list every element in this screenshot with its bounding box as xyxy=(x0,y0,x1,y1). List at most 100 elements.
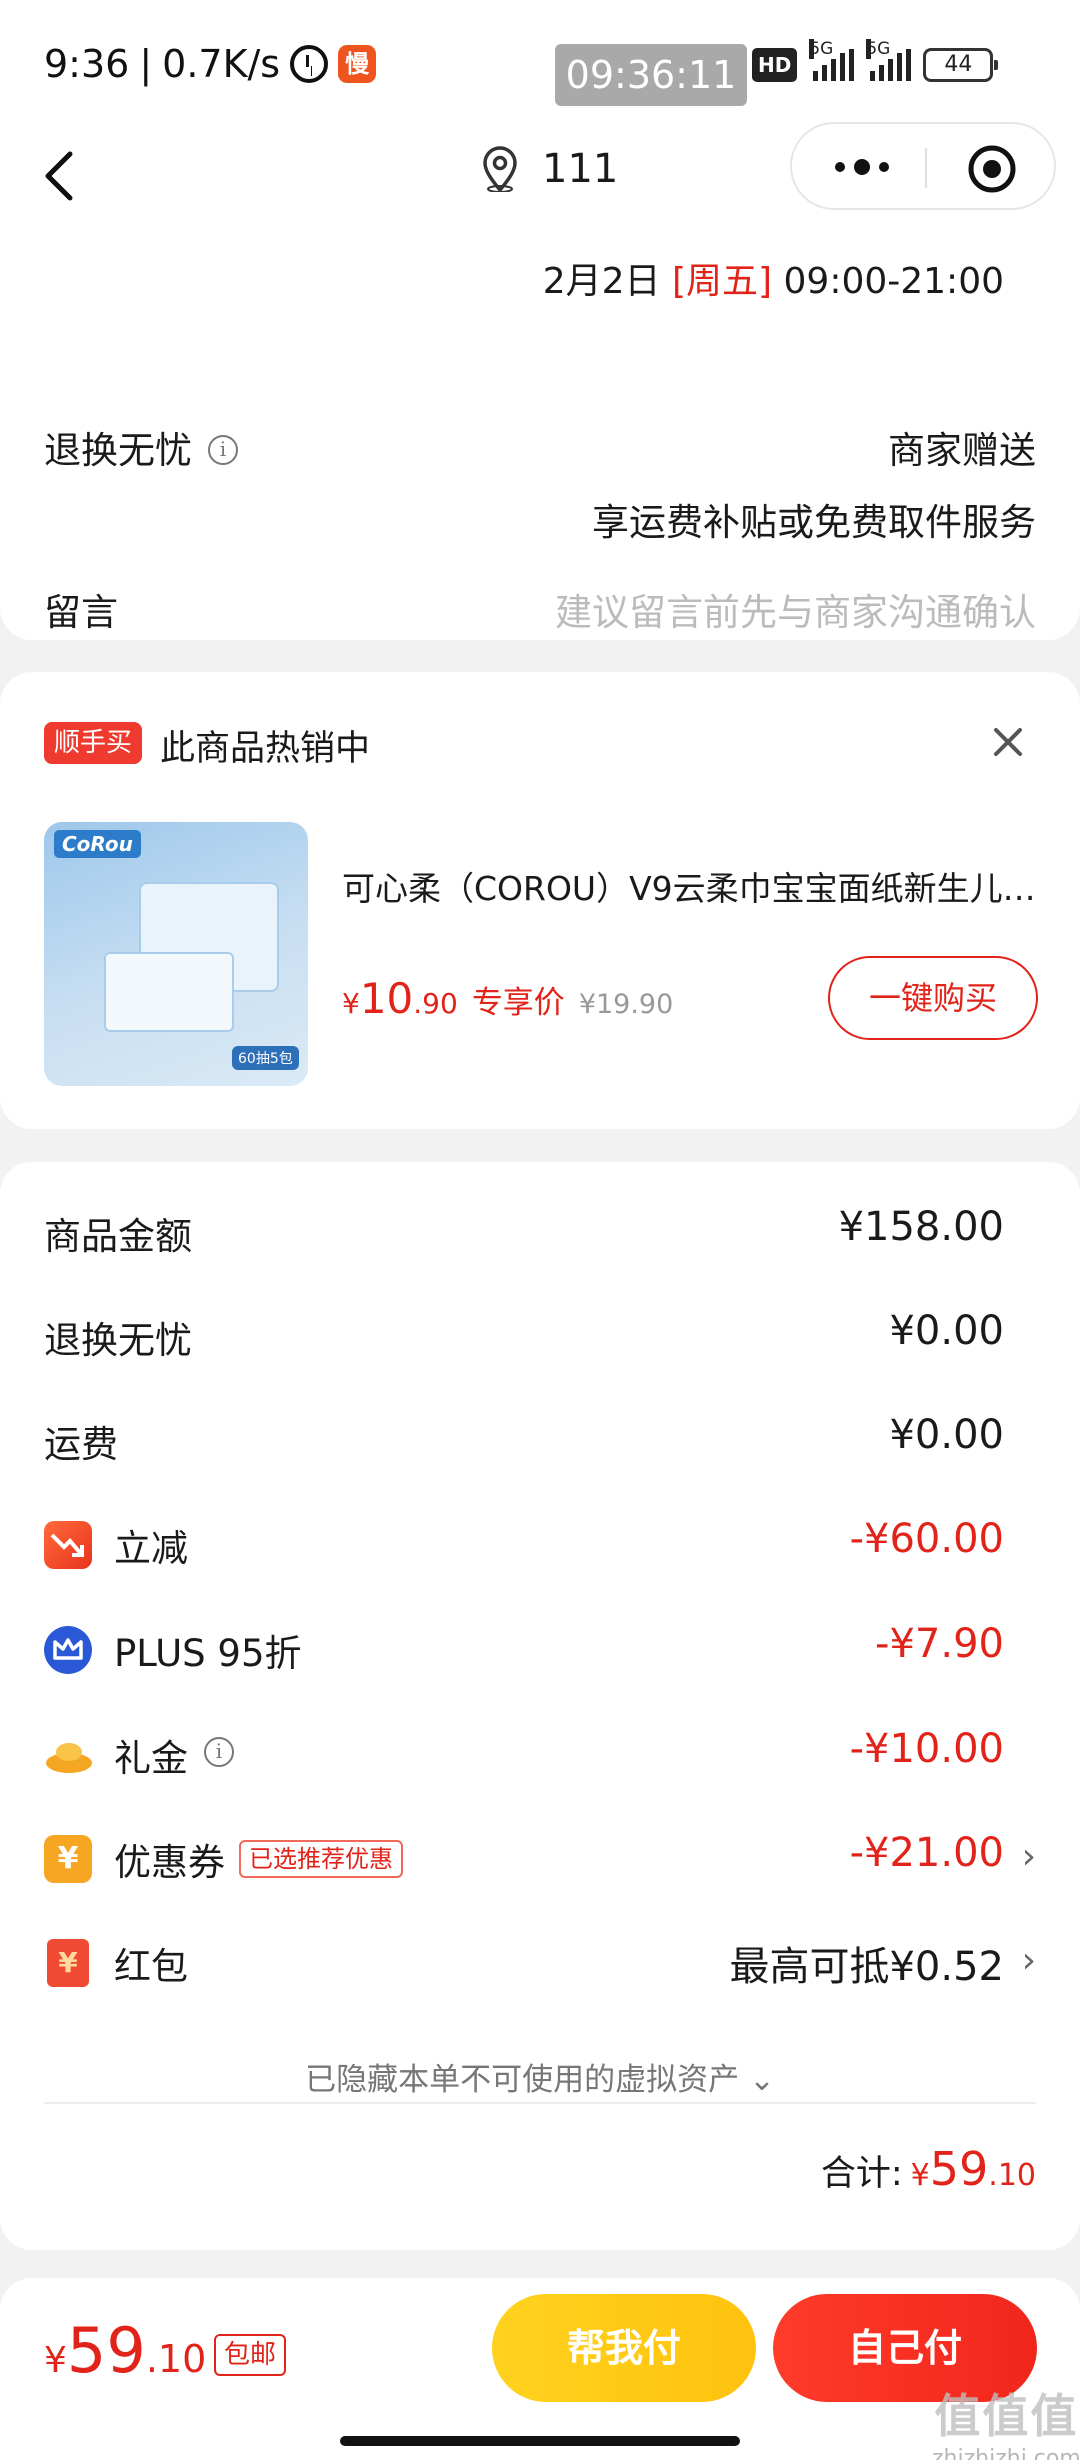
summary-value: ¥158.00 xyxy=(838,1204,1004,1250)
clock-pill: 09:36:11 xyxy=(555,44,747,106)
battery-icon: 44 xyxy=(923,48,999,82)
summary-row-shipping: 运费 ¥0.00 xyxy=(0,1408,1080,1468)
checkout-price-decimal: .10 xyxy=(145,2337,207,2381)
hidden-assets-label: 已隐藏本单不可使用的虚拟资产 xyxy=(305,2062,740,2098)
location-pin-icon xyxy=(483,146,517,192)
order-options-card: 2月2日 [周五] 09:00-21:00 退换无忧 i 商家赠送 享运费补贴或免… xyxy=(0,230,1080,640)
summary-label: 立减 xyxy=(114,1527,188,1570)
delivery-time[interactable]: 2月2日 [周五] 09:00-21:00 xyxy=(543,252,1004,304)
watermark-logo: 值值值 xyxy=(934,2389,1079,2443)
nav-bar: 111 xyxy=(0,120,1080,230)
summary-value: -¥10.00 xyxy=(849,1726,1004,1772)
summary-label: 运费 xyxy=(44,1423,118,1466)
total-currency: ¥ xyxy=(910,2158,930,2193)
price-decimal: .90 xyxy=(413,987,458,1020)
product-image[interactable]: CoRou 60抽5包 xyxy=(44,822,308,1086)
status-bar: 9:36 | 0.7K/s 慢 09:36:11 HD 5G 5G 44 xyxy=(0,0,1080,130)
red-packet-icon: ¥ xyxy=(47,1939,89,1987)
summary-label: 红包 xyxy=(114,1945,188,1988)
back-arrow-icon[interactable] xyxy=(40,150,80,202)
tissue-pack-image-2 xyxy=(104,952,234,1032)
summary-row-coupon[interactable]: ¥ 优惠券 已选推荐优惠 -¥21.00 › xyxy=(0,1826,1080,1886)
recommended-tag: 已选推荐优惠 xyxy=(239,1840,403,1878)
summary-label-wrap: ¥ 红包 xyxy=(44,1936,188,1990)
more-options-icon[interactable] xyxy=(832,158,892,176)
summary-label-wrap: 立减 xyxy=(44,1518,188,1572)
checkout-currency: ¥ xyxy=(44,2340,67,2381)
summary-row-return: 退换无忧 ¥0.00 xyxy=(0,1304,1080,1364)
status-right: HD 5G 5G 44 xyxy=(752,39,999,82)
hd-icon: HD xyxy=(752,48,798,82)
price-summary-card: 商品金额 ¥158.00 退换无忧 ¥0.00 运费 ¥0.00 立减 -¥60… xyxy=(0,1162,1080,2250)
signal-label: 5G xyxy=(809,39,834,59)
checkout-price-integer: 59 xyxy=(66,2314,146,2387)
app-notification-icon: 慢 xyxy=(338,45,377,83)
free-shipping-badge: 包邮 xyxy=(214,2334,287,2376)
summary-label: 商品金额 xyxy=(44,1215,192,1258)
capsule-divider xyxy=(925,148,927,188)
info-icon[interactable]: i xyxy=(208,434,238,465)
divider xyxy=(44,2102,1036,2104)
summary-row-gift-money: 礼金 i -¥10.00 xyxy=(0,1722,1080,1782)
summary-label: PLUS 95折 xyxy=(114,1632,302,1675)
watermark-url: zhizhizhi.com xyxy=(932,2446,1080,2460)
close-miniapp-icon[interactable] xyxy=(967,144,1017,194)
miniapp-capsule xyxy=(790,122,1056,210)
delivery-weekday: [周五] xyxy=(671,261,773,302)
summary-value: -¥7.90 xyxy=(875,1621,1004,1667)
brand-logo: CoRou xyxy=(54,830,141,858)
one-click-buy-button[interactable]: 一键购买 xyxy=(828,956,1038,1040)
chevron-right-icon: › xyxy=(1021,1940,1036,1981)
gold-ingot-icon xyxy=(44,1731,92,1779)
summary-value: ¥0.00 xyxy=(889,1308,1004,1354)
summary-row-instant-discount: 立减 -¥60.00 xyxy=(0,1512,1080,1572)
close-icon[interactable] xyxy=(990,724,1026,760)
hidden-assets-toggle[interactable]: 已隐藏本单不可使用的虚拟资产 ⌄ xyxy=(0,2054,1080,2099)
summary-value: 最高可抵¥0.52 xyxy=(729,1944,1004,1990)
coupon-yen-icon: ¥ xyxy=(44,1835,92,1883)
upsell-card: 顺手买 此商品热销中 CoRou 60抽5包 可心柔（COROU）V9云柔巾宝宝… xyxy=(0,672,1080,1129)
signal-5g-icon: 5G xyxy=(809,39,855,81)
home-indicator[interactable] xyxy=(340,2436,740,2446)
upsell-heading: 此商品热销中 xyxy=(160,729,371,769)
summary-row-goods: 商品金额 ¥158.00 xyxy=(0,1200,1080,1260)
original-price: ¥19.90 xyxy=(578,989,674,1020)
plus-crown-icon xyxy=(44,1626,92,1674)
address-label: 111 xyxy=(542,146,619,192)
summary-value: -¥60.00 xyxy=(849,1516,1004,1562)
chevron-right-icon: › xyxy=(1021,1836,1036,1877)
return-service-label: 退换无忧 xyxy=(44,429,192,472)
upsell-tag: 顺手买 xyxy=(44,722,143,764)
discount-arrow-icon xyxy=(44,1521,92,1569)
watermark: 值值值 zhizhizhi.com xyxy=(932,2380,1080,2460)
product-price: ¥ 10 .90 专享价 ¥19.90 xyxy=(342,974,673,1023)
status-separator: | xyxy=(139,42,153,86)
return-service-value: 商家赠送 xyxy=(888,429,1036,472)
message-input[interactable]: 建议留言前先与商家沟通确认 xyxy=(555,582,1036,636)
address-title[interactable]: 111 xyxy=(480,146,618,192)
signal-label-2: 5G xyxy=(866,39,891,59)
message-label: 留言 xyxy=(44,591,118,634)
total-label: 合计: xyxy=(820,2154,903,2194)
summary-row-red-packet[interactable]: ¥ 红包 最高可抵¥0.52 › xyxy=(0,1930,1080,1990)
summary-label-wrap: 礼金 i xyxy=(44,1728,234,1782)
product-title[interactable]: 可心柔（COROU）V9云柔巾宝宝面纸新生儿适用 xyxy=(342,862,1042,910)
total-decimal: .10 xyxy=(988,2158,1036,2193)
total-integer: 59 xyxy=(929,2142,989,2196)
checkout-bar: ¥ 59 .10 包邮 帮我付 自己付 xyxy=(0,2278,1080,2460)
delivery-date: 2月2日 xyxy=(542,261,661,302)
return-service-subtext: 享运费补贴或免费取件服务 xyxy=(592,501,1036,544)
exclusive-price-label: 专享价 xyxy=(471,985,565,1021)
chevron-down-icon: ⌄ xyxy=(748,2062,775,2098)
info-icon[interactable]: i xyxy=(204,1737,234,1767)
summary-row-plus: PLUS 95折 -¥7.90 xyxy=(0,1617,1080,1677)
status-net-speed: 0.7K/s xyxy=(162,42,281,86)
delivery-hours: 09:00-21:00 xyxy=(783,261,1004,302)
summary-value: -¥21.00 xyxy=(849,1830,1004,1876)
order-total: 合计: ¥ 59 .10 xyxy=(821,2142,1036,2196)
help-me-pay-button[interactable]: 帮我付 xyxy=(492,2294,756,2402)
price-integer: 10 xyxy=(359,974,414,1023)
return-service-row: 退换无忧 i xyxy=(44,420,238,474)
summary-value: ¥0.00 xyxy=(889,1412,1004,1458)
summary-label: 退换无忧 xyxy=(44,1319,192,1362)
